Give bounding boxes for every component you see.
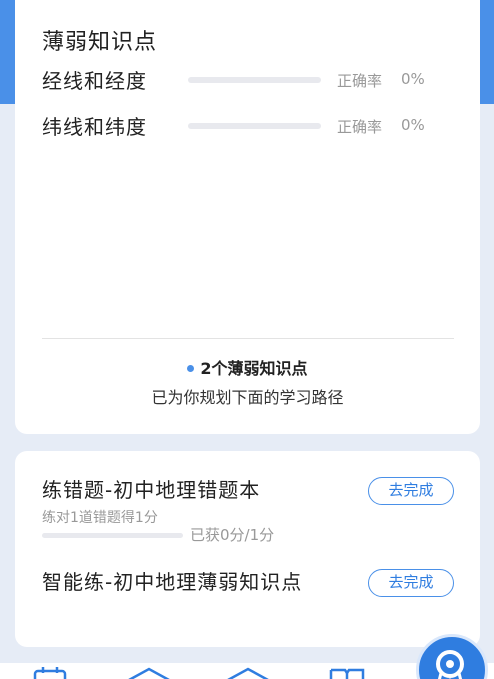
complete-task-button[interactable]: 去完成 — [368, 477, 454, 505]
section-title: 薄弱知识点 — [42, 30, 158, 55]
home-icon[interactable] — [127, 667, 171, 679]
weak-point-count-text: 2个薄弱知识点 — [200, 359, 308, 378]
accuracy-progress-bar — [188, 123, 321, 129]
task-subtitle: 练对1道错题得1分 — [42, 510, 158, 526]
tasks-card: 练错题-初中地理错题本 练对1道错题得1分 已获0分/1分 去完成 智能练-初中… — [15, 451, 480, 647]
accuracy-label: 正确率 — [337, 72, 383, 90]
weak-points-card: 薄弱知识点 经线和经度 正确率 0% 纬线和纬度 正确率 0% 2个薄弱知识点 … — [15, 0, 480, 434]
book-icon[interactable] — [329, 667, 365, 679]
accuracy-value: 0% — [401, 70, 425, 88]
knowledge-point-name: 纬线和纬度 — [42, 115, 147, 139]
learning-path-hint: 已为你规划下面的学习路径 — [151, 388, 344, 407]
task-title: 智能练-初中地理薄弱知识点 — [42, 570, 303, 594]
bullet-dot — [187, 364, 195, 372]
knowledge-point-row[interactable]: 经线和经度 正确率 0% — [15, 65, 480, 95]
knowledge-point-row[interactable]: 纬线和纬度 正确率 0% — [15, 111, 480, 141]
task-progress-bar — [42, 533, 183, 538]
divider — [42, 338, 454, 339]
weak-point-count: 2个薄弱知识点 — [15, 355, 480, 379]
accuracy-label: 正确率 — [337, 118, 383, 136]
award-button[interactable] — [416, 634, 488, 679]
accuracy-value: 0% — [401, 116, 425, 134]
task-score: 已获0分/1分 — [190, 526, 275, 544]
knowledge-point-name: 经线和经度 — [42, 69, 147, 93]
award-icon — [436, 650, 464, 679]
complete-task-button[interactable]: 去完成 — [368, 569, 454, 597]
task-title: 练错题-初中地理错题本 — [42, 478, 261, 502]
accuracy-progress-bar — [188, 77, 321, 83]
house-icon[interactable] — [226, 667, 270, 679]
calendar-icon[interactable] — [33, 667, 67, 679]
